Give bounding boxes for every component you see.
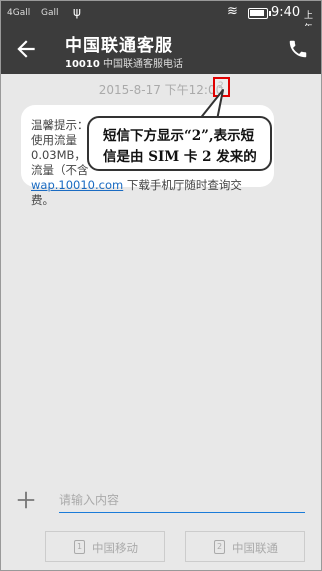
message-line: 温馨提示：: [31, 118, 89, 132]
sim1-label: 中国移动: [92, 541, 138, 555]
annotation-line: 短信下方显示“2”,表示短: [103, 128, 255, 144]
message-input[interactable]: [59, 487, 305, 513]
phone-call-icon[interactable]: [287, 38, 309, 60]
signal-sim2-icon: Gall: [41, 8, 59, 18]
wifi-icon: ≋: [227, 4, 238, 19]
signal-sim1-icon: 4Gall: [7, 8, 31, 18]
send-sim2-button[interactable]: 2 中国联通: [185, 531, 305, 562]
message-line: 下载手机厅随时查询交: [126, 178, 242, 192]
message-link[interactable]: wap.10010.com: [31, 178, 123, 192]
message-line: 0.03MB，: [31, 148, 86, 162]
status-bar: 4Gall Gall ψ ≋ 9:40 上午: [1, 1, 321, 34]
message-line: 费。: [31, 193, 54, 207]
back-arrow-icon[interactable]: [13, 36, 39, 62]
message-line: 流量（不含: [31, 163, 89, 177]
battery-icon: [248, 8, 271, 19]
sim2-label: 中国联通: [232, 541, 278, 555]
message-line: 使用流量: [31, 133, 77, 147]
contact-number: 10010: [65, 59, 100, 70]
annotation-callout: 短信下方显示“2”,表示短 信是由 SIM 卡 2 发来的: [87, 116, 272, 171]
contact-name: 中国联通客服: [65, 36, 173, 56]
clock: 9:40: [271, 5, 301, 20]
message-link-line: wap.10010.com 下载手机厅随时查询交: [31, 177, 242, 193]
contact-subtitle: 10010 中国联通客服电话: [65, 55, 183, 70]
sim-card-icon: 2: [214, 540, 225, 554]
send-sim1-button[interactable]: 1 中国移动: [45, 531, 165, 562]
composer: 1 中国移动 2 中国联通: [1, 481, 321, 571]
contact-description: 中国联通客服电话: [102, 59, 183, 70]
message-timestamp: 2015-8-17 下午12:00: [98, 83, 224, 97]
annotation-line: 信是由 SIM 卡 2 发来的: [103, 149, 257, 165]
usb-icon: ψ: [73, 5, 81, 19]
app-bar: 中国联通客服 10010 中国联通客服电话: [1, 26, 321, 74]
add-attachment-icon[interactable]: [15, 489, 37, 511]
sim-card-icon: 1: [74, 540, 85, 554]
